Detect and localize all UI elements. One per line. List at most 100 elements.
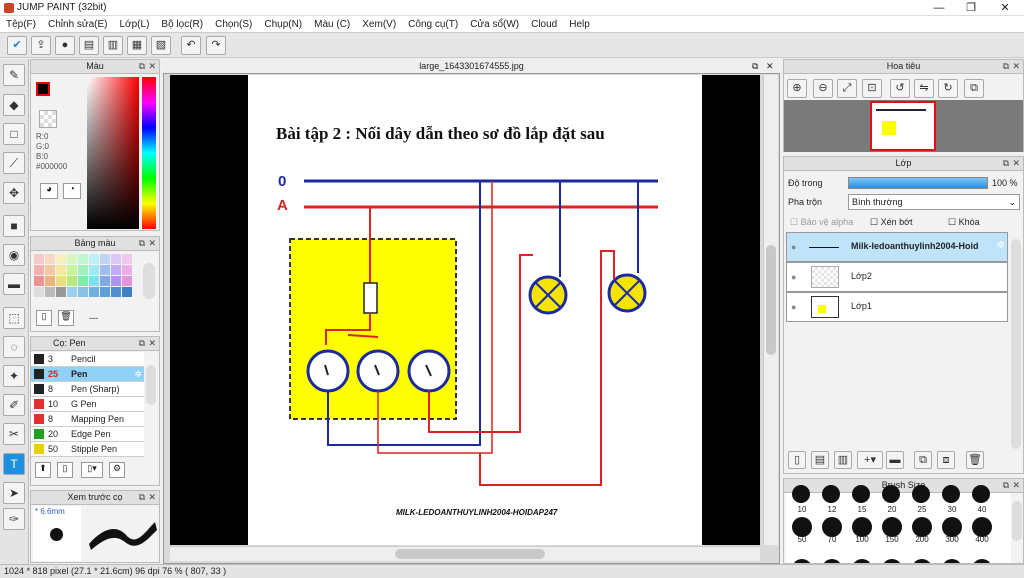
brush-size-scrollbar[interactable] [1012, 501, 1022, 541]
document-icon[interactable]: ▥ [103, 36, 123, 55]
line-tool-icon[interactable]: ⟋ [3, 152, 25, 174]
brush-size-label[interactable]: 10 [790, 505, 814, 514]
menu-help[interactable]: Help [569, 19, 590, 30]
new-palette-icon[interactable]: ▯ [36, 310, 52, 326]
brush-new-icon[interactable]: ▯ [57, 462, 73, 478]
close-button[interactable]: ✕ [990, 0, 1020, 16]
redo-icon[interactable]: ↷ [206, 36, 226, 55]
pointer-tool-icon[interactable]: ➤ [3, 482, 25, 504]
select-rect-icon[interactable]: ⬚ [3, 307, 25, 329]
foreground-color[interactable] [36, 82, 50, 96]
comment-icon[interactable]: ● [55, 36, 75, 55]
layer-row[interactable]: ● Lớp2 [786, 262, 1008, 292]
palette-swatch[interactable] [122, 254, 132, 264]
rotate-right-icon[interactable]: ↻ [938, 79, 958, 98]
horizontal-scrollbar[interactable] [170, 546, 760, 561]
fit-window-icon[interactable]: ⤢ [837, 79, 857, 98]
clip-checkbox[interactable]: ☐ Xén bớt [870, 217, 913, 228]
brush-size-label[interactable]: 300 [940, 535, 964, 544]
lock-checkbox[interactable]: ☐ Khóa [948, 217, 980, 228]
eraser-tool-icon[interactable]: ◆ [3, 94, 25, 116]
layer-copy-icon[interactable]: ▥ [834, 451, 852, 469]
transparent-color[interactable] [39, 110, 57, 128]
layer-row[interactable]: ● Lớp1 [786, 292, 1008, 322]
saturation-value-field[interactable] [87, 77, 139, 229]
brush-size-label[interactable]: 100 [850, 535, 874, 544]
vertical-scroll-thumb[interactable] [766, 245, 776, 355]
palette-swatch[interactable] [111, 287, 121, 297]
brush-size-label[interactable]: 400 [970, 535, 994, 544]
brush-upload-icon[interactable]: ⬆ [35, 462, 51, 478]
hue-slider[interactable] [142, 77, 156, 229]
opacity-slider[interactable] [848, 177, 988, 189]
new-layer-icon[interactable]: ▯ [788, 451, 806, 469]
select-eraser-icon[interactable]: ✂ [3, 423, 25, 445]
palette-swatch[interactable] [56, 287, 66, 297]
palette-swatch[interactable] [56, 254, 66, 264]
brush-item[interactable]: 3 Pencil [31, 352, 144, 367]
brush-item-selected[interactable]: 25 Pen ✲ [31, 367, 144, 382]
brush-size-dot[interactable] [882, 485, 900, 503]
delete-layer-icon[interactable]: 🗑 [966, 451, 984, 469]
palette-swatch[interactable] [34, 287, 44, 297]
palette-swatch[interactable] [111, 254, 121, 264]
menu-view[interactable]: Xem(V) [362, 19, 396, 30]
palette-swatch[interactable] [122, 276, 132, 286]
palette-swatch[interactable] [122, 265, 132, 275]
message-icon[interactable]: ▤ [79, 36, 99, 55]
palette-swatch[interactable] [34, 265, 44, 275]
brush-size-dot[interactable] [852, 517, 872, 537]
palette-swatch[interactable] [34, 254, 44, 264]
palette-swatch[interactable] [122, 287, 132, 297]
palette-swatch[interactable] [67, 254, 77, 264]
gear-icon[interactable]: ✲ [134, 367, 142, 381]
palette-swatch[interactable] [56, 276, 66, 286]
palette-icon[interactable]: ◕ [40, 183, 58, 199]
panel-float-icon[interactable]: ⧉ [1003, 479, 1009, 492]
flip-icon[interactable]: ⇋ [914, 79, 934, 98]
palette-swatches[interactable] [34, 254, 140, 306]
brush-size-dot[interactable] [972, 485, 990, 503]
text-tool-icon[interactable]: T [3, 453, 25, 475]
eyedropper-icon[interactable]: ✑ [3, 508, 25, 530]
palette-swatch[interactable] [100, 287, 110, 297]
zoom-out-icon[interactable]: ⊖ [813, 79, 833, 98]
layer-scrollbar[interactable] [1011, 239, 1021, 449]
bucket-tool-icon[interactable]: ◉ [3, 244, 25, 266]
brush-size-label[interactable]: 70 [820, 535, 844, 544]
protect-alpha-checkbox[interactable]: ☐ Bảo vệ alpha [790, 217, 853, 228]
brush-size-dot[interactable] [882, 517, 902, 537]
panel-float-icon[interactable]: ⧉ [139, 60, 145, 73]
palette-swatch[interactable] [78, 254, 88, 264]
palette-swatch[interactable] [100, 254, 110, 264]
menu-edit[interactable]: Chỉnh sửa(E) [48, 19, 108, 30]
brush-size-label[interactable]: 30 [940, 505, 964, 514]
brush-size-dot[interactable] [942, 517, 962, 537]
palette-swatch[interactable] [67, 276, 77, 286]
palette-scrollbar[interactable] [143, 263, 155, 299]
brush-add-icon[interactable]: ▯▾ [81, 462, 103, 478]
panel-float-icon[interactable]: ⧉ [1003, 157, 1009, 170]
menu-cloud[interactable]: Cloud [531, 19, 557, 30]
brush-size-label[interactable]: 20 [880, 505, 904, 514]
brush-settings-icon[interactable]: ⚙ [109, 462, 125, 478]
magic-wand-icon[interactable]: ✦ [3, 365, 25, 387]
panel-close-icon[interactable]: ✕ [1012, 479, 1020, 492]
palette-swatch[interactable] [89, 254, 99, 264]
brush-size-dot[interactable] [912, 517, 932, 537]
layer-row-selected[interactable]: ● Milk-ledoanthuylinh2004-Hoid ✲ [786, 232, 1008, 262]
palette-swatch[interactable] [100, 276, 110, 286]
palette-swatch[interactable] [100, 265, 110, 275]
panel-close-icon[interactable]: ✕ [1012, 157, 1020, 170]
maximize-button[interactable]: ❐ [956, 0, 986, 16]
merge-visible-icon[interactable]: ⧈ [937, 451, 955, 469]
document-canvas[interactable]: Bài tập 2 : Nối dây dẫn theo sơ đồ lắp đ… [170, 75, 760, 545]
menu-filter[interactable]: Bộ lọc(R) [161, 19, 203, 30]
palette-swatch[interactable] [45, 254, 55, 264]
brush-size-dot[interactable] [792, 485, 810, 503]
palette-swatch[interactable] [111, 276, 121, 286]
fill-rect-tool-icon[interactable]: ■ [3, 215, 25, 237]
palette-swatch[interactable] [67, 287, 77, 297]
palette-swatch[interactable] [111, 265, 121, 275]
palette-edit-icon[interactable]: ◔ [63, 183, 81, 199]
